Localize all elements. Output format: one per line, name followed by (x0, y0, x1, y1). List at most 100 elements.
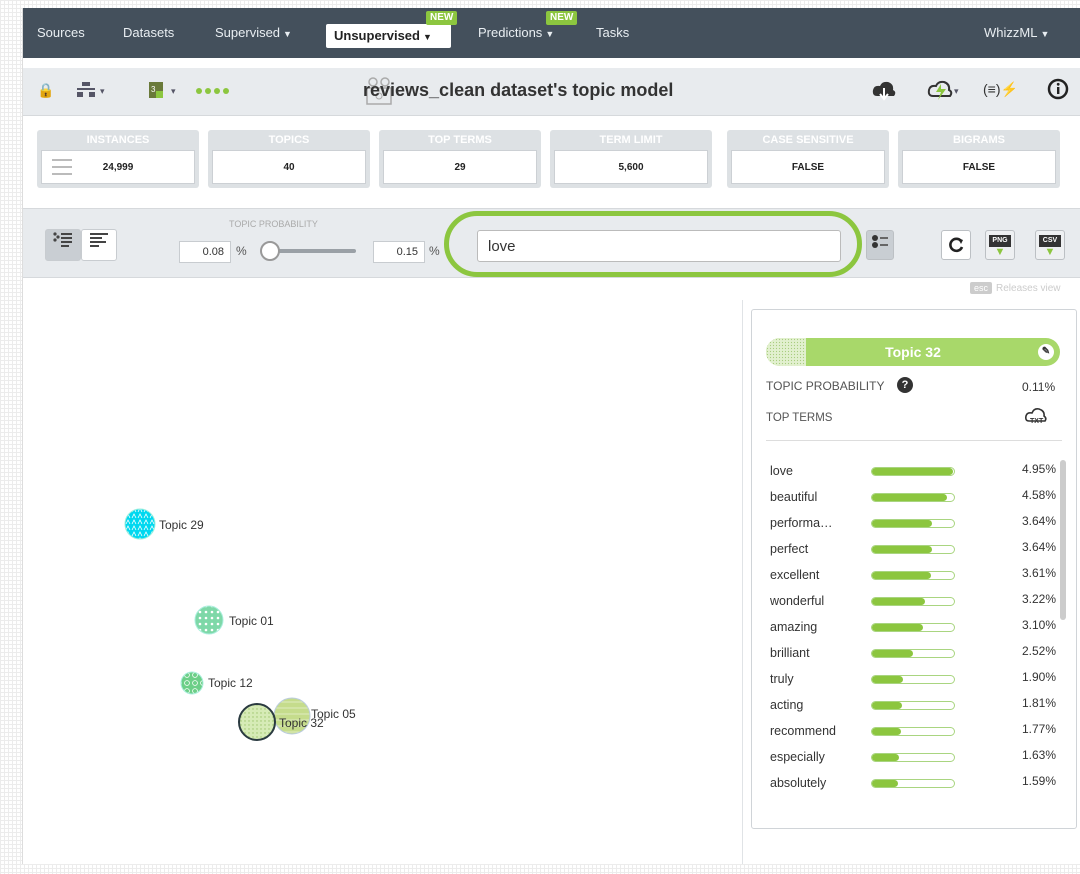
topic-map-canvas (124, 508, 311, 741)
nav-supervised[interactable]: Supervised ▼ (215, 25, 292, 40)
topic-map[interactable]: Topic 29 Topic 01 Topic 12 Topic 05 Topi… (23, 279, 743, 864)
nav-unsupervised-label: Unsupervised (334, 28, 420, 43)
count-icon[interactable]: 3 ▾ (147, 80, 181, 103)
info-icon[interactable] (1047, 78, 1069, 103)
divider (742, 300, 743, 864)
nav-datasets[interactable]: Datasets (123, 25, 174, 40)
download-arrow-icon: ▼ (1044, 246, 1056, 258)
top-terms-list[interactable]: love 4.95% beautiful 4.58% performa… 3.64% per… (766, 456, 1066, 822)
term-percentage: 1.81% (1021, 696, 1056, 710)
min-probability-field[interactable]: 0.08 (179, 241, 231, 263)
slider-handle[interactable] (260, 241, 280, 261)
term-bar (871, 779, 955, 788)
lightning-cloud-icon[interactable]: ▾ (927, 78, 963, 107)
topic-29-bubble[interactable] (124, 508, 156, 540)
term-percentage: 4.58% (1021, 488, 1056, 502)
probability-value: 0.11% (1022, 380, 1056, 394)
nav-unsupervised[interactable]: Unsupervised ▼ (326, 24, 451, 48)
page-title: reviews_clean dataset's topic model (363, 80, 674, 100)
download-arrow-icon: ▼ (994, 246, 1006, 258)
divider (766, 440, 1062, 441)
term-name: especially (770, 750, 825, 764)
term-bar (871, 727, 955, 736)
term-row[interactable]: performa… 3.64% (766, 510, 1056, 536)
term-row[interactable]: perfect 3.64% (766, 536, 1056, 562)
max-probability-field[interactable]: 0.15 (373, 241, 425, 263)
term-bar (871, 675, 955, 684)
tree-model-icon[interactable]: ▾ (75, 80, 109, 103)
term-name: performa… (770, 516, 833, 530)
nav-sources[interactable]: Sources (37, 25, 85, 40)
legend-toggle-icon[interactable] (866, 230, 894, 260)
stat-topics: TOPICS 40 (208, 130, 370, 188)
formula-icon[interactable]: (≡)⚡ (983, 81, 1018, 98)
cloud-download-icon[interactable] (871, 78, 897, 107)
nav-whizzml[interactable]: WhizzML ▼ (984, 25, 1049, 40)
term-bar (871, 545, 955, 554)
map-view-icon[interactable] (45, 229, 81, 261)
term-bar-fill (872, 598, 925, 605)
term-row[interactable]: wonderful 3.22% (766, 588, 1056, 614)
term-row[interactable]: brilliant 2.52% (766, 640, 1056, 666)
term-name: absolutely (770, 776, 827, 790)
topic-01-bubble[interactable] (194, 605, 224, 635)
term-bar (871, 571, 955, 580)
svg-text:▾: ▾ (100, 86, 105, 96)
term-bar-fill (872, 676, 904, 683)
topic-label: Topic 32 (279, 716, 324, 730)
svg-text:▾: ▾ (954, 86, 959, 96)
term-row[interactable]: truly 1.90% (766, 666, 1056, 692)
term-percentage: 3.61% (1021, 566, 1056, 580)
term-row[interactable]: amazing 3.10% (766, 614, 1056, 640)
slider-label: TOPIC PROBABILITY (229, 219, 318, 229)
png-download-button[interactable]: PNG ▼ (985, 230, 1015, 260)
nav-predictions[interactable]: Predictions ▼ (478, 25, 554, 40)
term-bar (871, 649, 955, 658)
topic-label: Topic 12 (208, 676, 253, 690)
term-bar-fill (872, 494, 948, 501)
stat-top-terms: TOP TERMS 29 (379, 130, 541, 188)
term-name: love (770, 464, 793, 478)
stat-value: FALSE (731, 150, 885, 184)
term-row[interactable]: acting 1.81% (766, 692, 1056, 718)
term-row[interactable]: recommend 1.77% (766, 718, 1056, 744)
term-row[interactable]: beautiful 4.58% (766, 484, 1056, 510)
refresh-icon[interactable] (941, 230, 971, 260)
lock-icon[interactable]: 🔒 (37, 82, 54, 99)
term-name: excellent (770, 568, 820, 582)
stat-value: FALSE (902, 150, 1056, 184)
edit-pencil-icon[interactable]: ✎ (1038, 344, 1054, 360)
stat-label: BIGRAMS (953, 134, 1005, 146)
terms-scrollbar[interactable] (1060, 460, 1066, 620)
app-window: Sources Datasets Supervised ▼ Unsupervise… (22, 8, 1080, 864)
stat-value: 29 (383, 150, 537, 184)
term-bar-fill (872, 572, 932, 579)
more-dots-icon[interactable] (195, 84, 235, 100)
term-percentage: 4.95% (1021, 462, 1056, 476)
topic-header[interactable]: Topic 32 ✎ (766, 338, 1060, 366)
term-row[interactable]: especially 1.63% (766, 744, 1056, 770)
term-percentage: 3.64% (1021, 540, 1056, 554)
term-row[interactable]: love 4.95% (766, 458, 1056, 484)
nav-tasks[interactable]: Tasks (596, 25, 629, 40)
term-bar (871, 467, 955, 476)
csv-download-button[interactable]: CSV ▼ (1035, 230, 1065, 260)
txt-download-icon[interactable]: TXT (1024, 406, 1048, 433)
term-bar-fill (872, 728, 902, 735)
help-icon[interactable]: ? (897, 377, 913, 393)
stat-value: 24,999 (41, 150, 195, 184)
term-row[interactable]: absolutely 1.59% (766, 770, 1056, 796)
term-bar-fill (872, 754, 899, 761)
stat-case-sensitive: CASE SENSITIVE FALSE (727, 130, 889, 188)
topic-32-bubble[interactable] (238, 703, 276, 741)
menu-lines-icon[interactable] (52, 159, 72, 175)
bar-view-icon[interactable] (81, 229, 117, 261)
term-name: brilliant (770, 646, 810, 660)
topic-12-bubble[interactable] (180, 671, 204, 695)
term-bar (871, 701, 955, 710)
search-input[interactable] (477, 230, 841, 262)
new-badge: NEW (546, 11, 578, 25)
term-row[interactable]: excellent 3.61% (766, 562, 1056, 588)
term-name: acting (770, 698, 804, 712)
topic-name: Topic 32 (885, 344, 941, 360)
